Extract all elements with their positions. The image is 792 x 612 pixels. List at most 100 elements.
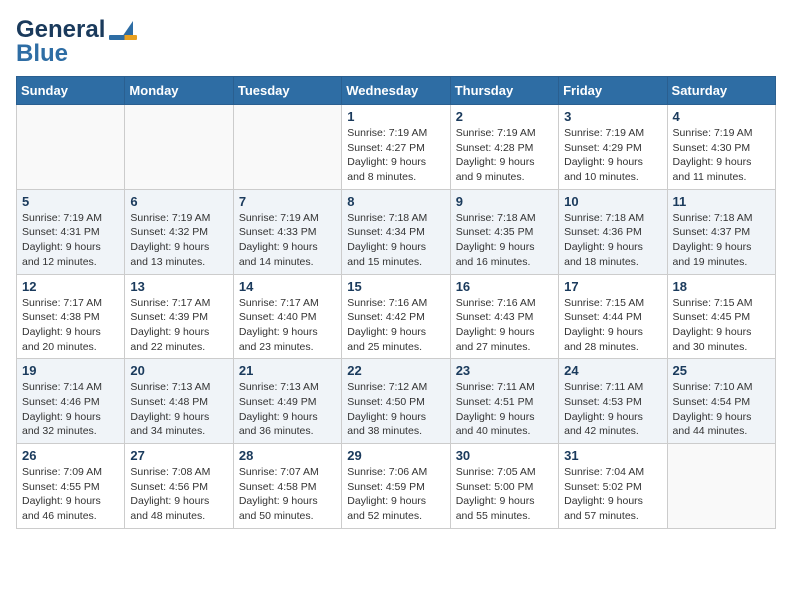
day-number: 24	[564, 363, 661, 378]
day-number: 29	[347, 448, 444, 463]
calendar-cell: 2Sunrise: 7:19 AMSunset: 4:28 PMDaylight…	[450, 105, 558, 190]
day-info: Sunrise: 7:19 AMSunset: 4:27 PMDaylight:…	[347, 126, 444, 185]
day-number: 10	[564, 194, 661, 209]
calendar-cell	[125, 105, 233, 190]
calendar-cell: 13 Sunrise: 7:17 AMSunset: 4:39 PMDayligh…	[125, 274, 233, 359]
day-number: 9	[456, 194, 553, 209]
day-number: 18	[673, 279, 770, 294]
day-number: 31	[564, 448, 661, 463]
calendar-cell: 1 Sunrise: 7:19 AMSunset: 4:27 PMDaylight…	[342, 105, 450, 190]
day-info: Sunrise: 7:13 AMSunset: 4:49 PMDaylight:…	[239, 380, 336, 439]
day-info: Sunrise: 7:18 AMSunset: 4:37 PMDaylight:…	[673, 211, 770, 270]
calendar-cell: 12 Sunrise: 7:17 AMSunset: 4:38 PMDayligh…	[17, 274, 125, 359]
day-info: Sunrise: 7:19 AMSunset: 4:32 PMDaylight:…	[130, 211, 227, 270]
day-info: Sunrise: 7:16 AMSunset: 4:42 PMDaylight:…	[347, 296, 444, 355]
day-info: Sunrise: 7:19 AMSunset: 4:28 PMDaylight:…	[456, 126, 553, 185]
weekday-header-saturday: Saturday	[667, 77, 775, 105]
calendar-week-2: 5 Sunrise: 7:19 AMSunset: 4:31 PMDaylight…	[17, 189, 776, 274]
day-info: Sunrise: 7:17 AMSunset: 4:38 PMDaylight:…	[22, 296, 119, 355]
day-number: 8	[347, 194, 444, 209]
logo-blue: Blue	[16, 40, 68, 68]
calendar-week-5: 26Sunrise: 7:09 AMSunset: 4:55 PMDayligh…	[17, 444, 776, 529]
day-number: 26	[22, 448, 119, 463]
calendar-cell: 8 Sunrise: 7:18 AMSunset: 4:34 PMDaylight…	[342, 189, 450, 274]
calendar-table: SundayMondayTuesdayWednesdayThursdayFrid…	[16, 76, 776, 529]
weekday-header-sunday: Sunday	[17, 77, 125, 105]
calendar-cell: 23 Sunrise: 7:11 AMSunset: 4:51 PMDayligh…	[450, 359, 558, 444]
day-number: 14	[239, 279, 336, 294]
calendar-cell: 10 Sunrise: 7:18 AMSunset: 4:36 PMDayligh…	[559, 189, 667, 274]
day-number: 5	[22, 194, 119, 209]
day-number: 27	[130, 448, 227, 463]
day-info: Sunrise: 7:11 AMSunset: 4:51 PMDaylight:…	[456, 380, 553, 439]
day-number: 7	[239, 194, 336, 209]
calendar-cell: 6Sunrise: 7:19 AMSunset: 4:32 PMDaylight…	[125, 189, 233, 274]
day-number: 16	[456, 279, 553, 294]
calendar-cell: 5 Sunrise: 7:19 AMSunset: 4:31 PMDaylight…	[17, 189, 125, 274]
day-info: Sunrise: 7:16 AMSunset: 4:43 PMDaylight:…	[456, 296, 553, 355]
day-number: 30	[456, 448, 553, 463]
calendar-cell: 9 Sunrise: 7:18 AMSunset: 4:35 PMDaylight…	[450, 189, 558, 274]
calendar-week-4: 19Sunrise: 7:14 AMSunset: 4:46 PMDayligh…	[17, 359, 776, 444]
day-number: 4	[673, 109, 770, 124]
day-number: 23	[456, 363, 553, 378]
day-info: Sunrise: 7:19 AMSunset: 4:30 PMDaylight:…	[673, 126, 770, 185]
calendar-cell: 27 Sunrise: 7:08 AMSunset: 4:56 PMDayligh…	[125, 444, 233, 529]
calendar-cell: 15 Sunrise: 7:16 AMSunset: 4:42 PMDayligh…	[342, 274, 450, 359]
day-info: Sunrise: 7:19 AMSunset: 4:31 PMDaylight:…	[22, 211, 119, 270]
calendar-cell: 24Sunrise: 7:11 AMSunset: 4:53 PMDayligh…	[559, 359, 667, 444]
day-number: 28	[239, 448, 336, 463]
calendar-cell: 3 Sunrise: 7:19 AMSunset: 4:29 PMDaylight…	[559, 105, 667, 190]
weekday-header-tuesday: Tuesday	[233, 77, 341, 105]
logo: General Blue	[16, 16, 137, 68]
day-number: 1	[347, 109, 444, 124]
weekday-header-monday: Monday	[125, 77, 233, 105]
day-info: Sunrise: 7:17 AMSunset: 4:39 PMDaylight:…	[130, 296, 227, 355]
day-info: Sunrise: 7:08 AMSunset: 4:56 PMDaylight:…	[130, 465, 227, 524]
calendar-week-3: 12 Sunrise: 7:17 AMSunset: 4:38 PMDayligh…	[17, 274, 776, 359]
calendar-cell: 28Sunrise: 7:07 AMSunset: 4:58 PMDayligh…	[233, 444, 341, 529]
page-header: General Blue	[16, 16, 776, 68]
calendar-cell	[17, 105, 125, 190]
day-number: 12	[22, 279, 119, 294]
calendar-cell: 25 Sunrise: 7:10 AMSunset: 4:54 PMDayligh…	[667, 359, 775, 444]
day-info: Sunrise: 7:15 AMSunset: 4:44 PMDaylight:…	[564, 296, 661, 355]
day-info: Sunrise: 7:19 AMSunset: 4:29 PMDaylight:…	[564, 126, 661, 185]
weekday-header-row: SundayMondayTuesdayWednesdayThursdayFrid…	[17, 77, 776, 105]
day-number: 25	[673, 363, 770, 378]
calendar-cell: 29 Sunrise: 7:06 AMSunset: 4:59 PMDayligh…	[342, 444, 450, 529]
calendar-cell: 22 Sunrise: 7:12 AMSunset: 4:50 PMDayligh…	[342, 359, 450, 444]
day-info: Sunrise: 7:13 AMSunset: 4:48 PMDaylight:…	[130, 380, 227, 439]
weekday-header-wednesday: Wednesday	[342, 77, 450, 105]
weekday-header-thursday: Thursday	[450, 77, 558, 105]
day-number: 3	[564, 109, 661, 124]
day-number: 19	[22, 363, 119, 378]
day-info: Sunrise: 7:10 AMSunset: 4:54 PMDaylight:…	[673, 380, 770, 439]
calendar-week-1: 1 Sunrise: 7:19 AMSunset: 4:27 PMDaylight…	[17, 105, 776, 190]
day-info: Sunrise: 7:17 AMSunset: 4:40 PMDaylight:…	[239, 296, 336, 355]
calendar-cell: 11Sunrise: 7:18 AMSunset: 4:37 PMDayligh…	[667, 189, 775, 274]
calendar-cell: 18 Sunrise: 7:15 AMSunset: 4:45 PMDayligh…	[667, 274, 775, 359]
calendar-cell: 26Sunrise: 7:09 AMSunset: 4:55 PMDayligh…	[17, 444, 125, 529]
calendar-cell	[233, 105, 341, 190]
day-number: 20	[130, 363, 227, 378]
day-info: Sunrise: 7:06 AMSunset: 4:59 PMDaylight:…	[347, 465, 444, 524]
day-info: Sunrise: 7:18 AMSunset: 4:34 PMDaylight:…	[347, 211, 444, 270]
day-info: Sunrise: 7:18 AMSunset: 4:35 PMDaylight:…	[456, 211, 553, 270]
day-info: Sunrise: 7:19 AMSunset: 4:33 PMDaylight:…	[239, 211, 336, 270]
calendar-cell: 30 Sunrise: 7:05 AMSunset: 5:00 PMDayligh…	[450, 444, 558, 529]
day-info: Sunrise: 7:18 AMSunset: 4:36 PMDaylight:…	[564, 211, 661, 270]
day-number: 13	[130, 279, 227, 294]
day-info: Sunrise: 7:05 AMSunset: 5:00 PMDaylight:…	[456, 465, 553, 524]
calendar-cell: 4 Sunrise: 7:19 AMSunset: 4:30 PMDaylight…	[667, 105, 775, 190]
calendar-cell: 14 Sunrise: 7:17 AMSunset: 4:40 PMDayligh…	[233, 274, 341, 359]
day-info: Sunrise: 7:04 AMSunset: 5:02 PMDaylight:…	[564, 465, 661, 524]
calendar-cell: 21Sunrise: 7:13 AMSunset: 4:49 PMDayligh…	[233, 359, 341, 444]
calendar-cell: 16 Sunrise: 7:16 AMSunset: 4:43 PMDayligh…	[450, 274, 558, 359]
calendar-cell: 7 Sunrise: 7:19 AMSunset: 4:33 PMDaylight…	[233, 189, 341, 274]
day-info: Sunrise: 7:15 AMSunset: 4:45 PMDaylight:…	[673, 296, 770, 355]
weekday-header-friday: Friday	[559, 77, 667, 105]
day-number: 22	[347, 363, 444, 378]
day-number: 15	[347, 279, 444, 294]
day-info: Sunrise: 7:12 AMSunset: 4:50 PMDaylight:…	[347, 380, 444, 439]
